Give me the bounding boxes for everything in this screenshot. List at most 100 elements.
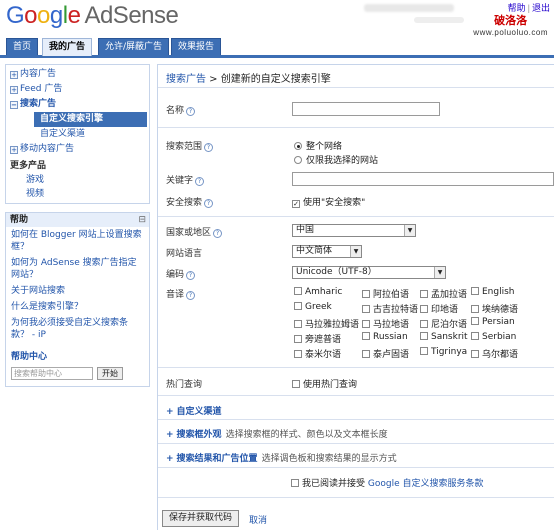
tab-home[interactable]: 首页 — [6, 38, 39, 55]
lang-checkbox[interactable]: 泰卢固语 — [362, 347, 409, 360]
adsense-logo[interactable]: Google AdSense — [6, 2, 179, 30]
lang-checkbox[interactable]: 印地语 — [420, 302, 458, 315]
sidebar-item-mobile-ads[interactable]: + 移动内容广告 — [6, 142, 149, 157]
tab-allow-block-ads[interactable]: 允许/屏蔽广告 — [98, 38, 170, 55]
help-link-specify-site[interactable]: 如何为 AdSense 搜索广告指定网站？ — [6, 255, 149, 283]
section-results-ad-placement[interactable]: + 搜索结果和广告位置 选择调色板和搜索结果的显示方式 — [166, 451, 397, 464]
sidebar-item-label: 移动内容广告 — [20, 144, 75, 154]
chevron-down-icon[interactable]: ▼ — [350, 246, 361, 257]
sidebar-item-feed-ads[interactable]: + Feed 广告 — [6, 82, 149, 97]
sidebar-item-search-ads[interactable]: − 搜索广告 — [6, 97, 149, 112]
lang-checkbox[interactable]: 旁遮普语 — [294, 332, 341, 345]
lang-checkbox[interactable]: Sanskrit — [420, 332, 468, 342]
help-link-site-search[interactable]: 关于网站搜索 — [6, 283, 149, 299]
help-link-accept-terms[interactable]: 为何我必须接受自定义搜索条款？ - iP — [6, 315, 149, 343]
divider — [158, 443, 554, 444]
tab-my-ads[interactable]: 我的广告 — [42, 38, 93, 56]
keywords-input[interactable] — [292, 172, 554, 186]
chevron-down-icon[interactable]: ▼ — [404, 225, 415, 236]
watermark-url: www.poluoluo.com — [473, 28, 548, 37]
help-box: 帮助 ⊟ 如何在 Blogger 网站上设置搜索框？ 如何为 AdSense 搜… — [5, 212, 150, 387]
radio-selected-icon[interactable] — [294, 142, 302, 150]
help-icon[interactable]: ? — [213, 229, 223, 238]
popular-queries-label: 热门查询 — [166, 380, 203, 390]
lang-checkbox[interactable]: 尼泊尔语 — [420, 317, 467, 330]
help-box-header: 帮助 ⊟ — [6, 213, 149, 227]
checkbox-checked-icon[interactable]: ✓ — [292, 200, 300, 208]
tab-reports[interactable]: 效果报告 — [171, 38, 222, 55]
help-icon[interactable]: ? — [204, 199, 214, 208]
collapse-icon[interactable]: − — [10, 101, 18, 109]
lang-checkbox[interactable]: 泰米尔语 — [294, 347, 341, 360]
lang-checkbox[interactable]: 乌尔都语 — [471, 347, 518, 360]
lang-checkbox[interactable]: 孟加拉语 — [420, 287, 467, 300]
scope-radio-selected-sites[interactable]: 仅限我选择的网站 — [294, 153, 378, 166]
expand-plus-icon[interactable]: + — [166, 454, 174, 464]
lang-checkbox[interactable]: Amharic — [294, 287, 342, 297]
tab-bar: 首页 我的广告 允许/屏蔽广告 效果报告 — [0, 38, 554, 58]
lang-checkbox[interactable]: Serbian — [471, 332, 516, 342]
lang-checkbox[interactable]: Russian — [362, 332, 408, 342]
lang-checkbox[interactable]: 埃纳德语 — [471, 302, 518, 315]
sidebar-item-custom-channels[interactable]: 自定义渠道 — [6, 127, 149, 142]
name-label: 名称? — [166, 103, 196, 116]
expand-plus-icon[interactable]: + — [166, 430, 174, 440]
divider — [158, 419, 554, 420]
sidebar-item-games[interactable]: 游戏 — [6, 173, 149, 187]
lang-checkbox[interactable]: Greek — [294, 302, 332, 312]
breadcrumb-search-ads[interactable]: 搜索广告 — [166, 74, 206, 85]
site-language-select[interactable]: 中文简体 ▼ — [292, 245, 362, 258]
keywords-label: 关键字? — [166, 173, 205, 186]
radio-icon[interactable] — [294, 156, 302, 164]
expand-icon[interactable]: + — [10, 71, 18, 79]
country-select[interactable]: 中国 ▼ — [292, 224, 416, 237]
watermark: 破洛洛 www.poluoluo.com — [473, 12, 548, 37]
encoding-select[interactable]: Unicode（UTF-8） ▼ — [292, 266, 446, 279]
blurred-account-info — [364, 4, 454, 12]
safesearch-checkbox[interactable]: ✓ 使用"安全搜索" — [292, 195, 365, 208]
sidebar-item-video[interactable]: 视频 — [6, 187, 149, 201]
scope-label: 搜索范围? — [166, 139, 214, 152]
help-icon[interactable]: ? — [186, 107, 196, 116]
section-custom-channels[interactable]: + 自定义渠道 — [166, 404, 226, 417]
minimize-icon[interactable]: ⊟ — [138, 213, 146, 227]
help-link-blogger[interactable]: 如何在 Blogger 网站上设置搜索框？ — [6, 227, 149, 255]
help-search-button[interactable]: 开始 — [97, 367, 123, 380]
scope-radio-whole-web[interactable]: 整个网络 — [294, 139, 342, 152]
help-link-what-is-search-engine[interactable]: 什么是搜索引擎？ — [6, 299, 149, 315]
lang-checkbox[interactable]: 马拉雅拉姆语 — [294, 317, 359, 330]
sidebar-item-custom-search-engine[interactable]: 自定义搜索引擎 — [34, 112, 147, 127]
encoding-label: 编码? — [166, 267, 196, 280]
expand-icon[interactable]: + — [10, 146, 18, 154]
agree-terms-checkbox[interactable]: 我已阅读并接受 Google 自定义搜索服务条款 — [291, 476, 484, 489]
lang-checkbox[interactable]: Tigrinya — [420, 347, 467, 357]
blurred-account-id — [414, 17, 464, 23]
lang-checkbox[interactable]: 阿拉伯语 — [362, 287, 409, 300]
country-label: 国家或地区? — [166, 225, 223, 238]
terms-link[interactable]: Google 自定义搜索服务条款 — [368, 479, 484, 489]
lang-checkbox[interactable]: 古吉拉特语 — [362, 302, 418, 315]
cancel-link[interactable]: 取消 — [249, 513, 267, 526]
help-icon[interactable]: ? — [195, 177, 205, 186]
name-input[interactable] — [292, 102, 440, 116]
popular-queries-checkbox[interactable]: 使用热门查询 — [292, 377, 357, 390]
help-icon[interactable]: ? — [204, 143, 214, 152]
help-icon[interactable]: ? — [186, 291, 196, 300]
sidebar-item-content-ads[interactable]: + 内容广告 — [6, 67, 149, 82]
header: Google AdSense 帮助 | 退出 破洛洛 www.poluoluo.com — [0, 0, 554, 38]
help-icon[interactable]: ? — [186, 271, 196, 280]
lang-checkbox[interactable]: Persian — [471, 317, 515, 327]
chevron-down-icon[interactable]: ▼ — [434, 267, 445, 278]
save-and-get-code-button[interactable]: 保存并获取代码 — [162, 510, 240, 527]
lang-checkbox[interactable]: English — [471, 287, 515, 297]
divider — [158, 467, 554, 468]
section-search-box-appearance[interactable]: + 搜索框外观 选择搜索框的样式、颜色以及文本框长度 — [166, 427, 388, 440]
expand-plus-icon[interactable]: + — [166, 407, 174, 417]
sidebar: + 内容广告 + Feed 广告 − 搜索广告 自定义搜索引擎 自定义渠道 + 移动内容… — [5, 64, 150, 387]
lang-checkbox[interactable]: 马拉地语 — [362, 317, 409, 330]
expand-icon[interactable]: + — [10, 86, 18, 94]
watermark-title: 破洛洛 — [494, 14, 528, 27]
divider — [158, 127, 554, 128]
help-center-link[interactable]: 帮助中心 — [6, 349, 149, 365]
help-search-input[interactable]: 搜索帮助中心 — [11, 367, 93, 380]
